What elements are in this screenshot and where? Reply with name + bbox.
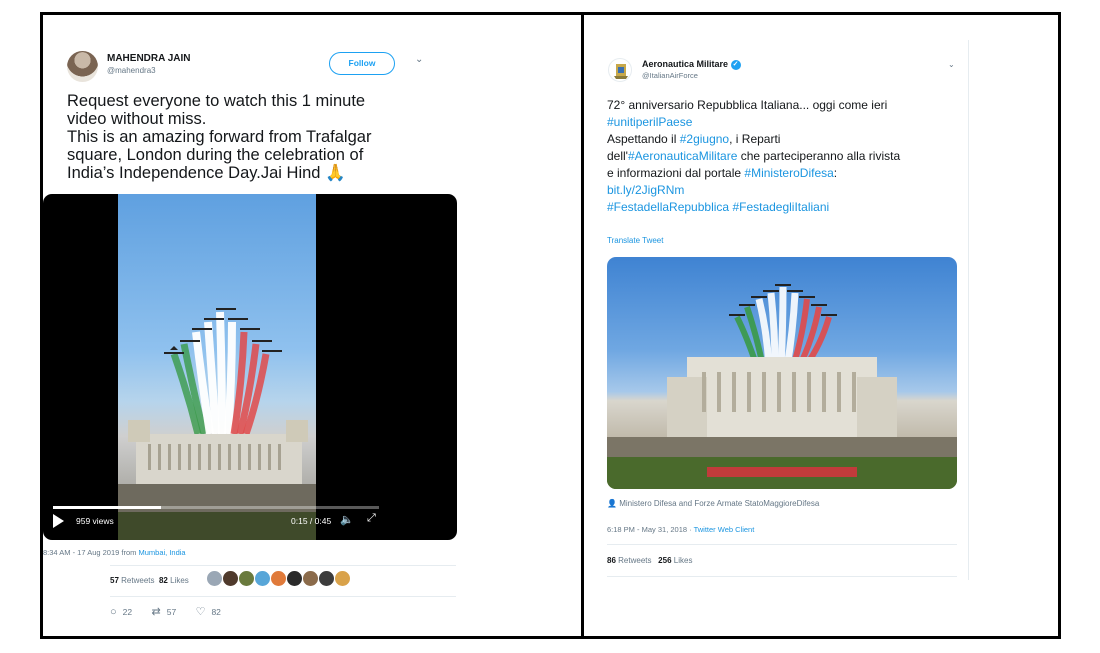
hashtag-link[interactable]: #FestadegliItaliani [732, 200, 829, 214]
author-handle[interactable]: @mahendra3 [107, 66, 156, 75]
hashtag-link[interactable]: #2giugno [680, 132, 729, 146]
text-segment: e informazioni dal portale [607, 166, 745, 180]
timestamp-text[interactable]: 6:18 PM - May 31, 2018 · [607, 525, 694, 534]
tweet-text-line: video without miss. [67, 110, 207, 128]
tweet-timestamp: 6:18 PM - May 31, 2018 · Twitter Web Cli… [607, 525, 754, 534]
column-border [968, 40, 969, 580]
divider [110, 565, 456, 566]
heart-icon: ♡ [195, 606, 206, 618]
likes-label[interactable]: Likes [674, 556, 693, 565]
location-link[interactable]: Mumbai, India [138, 548, 185, 557]
liker-avatar[interactable] [271, 571, 286, 586]
tweet-text: 72° anniversario Repubblica Italiana... … [607, 97, 967, 216]
retweets-label[interactable]: Retweets [121, 576, 154, 585]
tweet-text-line: India’s Independence Day.Jai Hind 🙏 [67, 164, 346, 182]
video-progress-bar[interactable] [53, 506, 379, 509]
retweets-count[interactable]: 86 [607, 556, 616, 565]
video-progress-fill [53, 506, 161, 509]
likes-count[interactable]: 82 [159, 576, 168, 585]
divider [607, 576, 957, 577]
likes-label[interactable]: Likes [170, 576, 189, 585]
liker-avatar[interactable] [239, 571, 254, 586]
tweet-photo[interactable] [607, 257, 957, 489]
frecce-tricolori-image [607, 284, 957, 489]
liker-avatar[interactable] [287, 571, 302, 586]
tweet-text-line: square, London during the celebration of [67, 146, 364, 164]
video-player[interactable]: 959 views 0:15 / 0:45 🔈 ⤢ [43, 194, 457, 540]
likers-avatars [207, 571, 351, 591]
volume-icon[interactable]: 🔈 [340, 513, 354, 526]
photo-caption-text[interactable]: Ministero Difesa and Forze Armate StatoM… [619, 499, 819, 508]
timestamp-text[interactable]: 8:34 AM - 17 Aug 2019 from [43, 548, 138, 557]
person-icon: 👤 [607, 499, 617, 508]
likes-count[interactable]: 256 [658, 556, 671, 565]
liker-avatar[interactable] [255, 571, 270, 586]
video-frame [118, 194, 316, 540]
tweet-text-line: Request everyone to watch this 1 minute [67, 92, 366, 110]
text-segment: dell' [607, 149, 628, 163]
avatar[interactable] [67, 51, 98, 82]
liker-avatar[interactable] [207, 571, 222, 586]
author-name[interactable]: MAHENDRA JAIN [107, 53, 191, 64]
author-name[interactable]: Aeronautica Militare ✓ [642, 59, 741, 70]
verified-icon: ✓ [730, 59, 741, 70]
hashtag-link[interactable]: #AeronauticaMilitare [628, 149, 737, 163]
text-segment: : [833, 166, 838, 180]
chevron-down-icon[interactable]: ⌄ [948, 60, 955, 69]
tweet-actions: ○ 22 ⇄ 57 ♡ 82 [110, 605, 238, 618]
retweet-icon: ⇄ [151, 606, 161, 618]
follow-button[interactable]: Follow [329, 52, 395, 75]
tweet-text-line: This is an amazing forward from Trafalga… [67, 128, 372, 146]
retweet-count: 57 [166, 607, 177, 617]
play-icon[interactable] [53, 514, 64, 528]
photo-caption[interactable]: 👤 Ministero Difesa and Forze Armate Stat… [607, 499, 819, 508]
tweet-timestamp: 8:34 AM - 17 Aug 2019 from Mumbai, India [43, 548, 186, 557]
url-link[interactable]: bit.ly/2JigRNm [607, 183, 684, 197]
emblem-icon [614, 64, 628, 79]
tweet-stats: 57 Retweets 82 Likes [110, 576, 189, 585]
liker-avatar[interactable] [319, 571, 334, 586]
hashtag-link[interactable]: #unitiperilPaese [607, 115, 692, 129]
tweet-text-line: 72° anniversario Repubblica Italiana... … [607, 98, 888, 112]
text-segment: Aspettando il [607, 132, 680, 146]
like-count: 82 [211, 607, 221, 617]
like-button[interactable]: ♡ 82 [196, 605, 221, 618]
retweet-button[interactable]: ⇄ 57 [152, 605, 177, 618]
panel-divider [581, 15, 584, 636]
divider [607, 544, 957, 545]
video-views: 959 views [76, 516, 114, 526]
client-link[interactable]: Twitter Web Client [694, 525, 755, 534]
frecce-tricolori-image [118, 308, 316, 540]
retweets-label[interactable]: Retweets [618, 556, 651, 565]
fullscreen-icon[interactable]: ⤢ [367, 512, 376, 525]
retweets-count[interactable]: 57 [110, 576, 119, 585]
reply-button[interactable]: ○ 22 [110, 606, 132, 618]
tweet-text: Request everyone to watch this 1 minute … [67, 92, 422, 182]
liker-avatar[interactable] [223, 571, 238, 586]
divider [110, 596, 456, 597]
author-name-text[interactable]: Aeronautica Militare [642, 59, 728, 69]
text-segment: che parteciperanno alla rivista [737, 149, 901, 163]
reply-count: 22 [122, 607, 133, 617]
hashtag-link[interactable]: #FestadellaRepubblica [607, 200, 729, 214]
text-segment: , i Reparti [729, 132, 781, 146]
reply-icon: ○ [110, 606, 117, 618]
avatar[interactable] [608, 58, 632, 82]
liker-avatar[interactable] [303, 571, 318, 586]
hashtag-link[interactable]: #MinisteroDifesa [744, 166, 833, 180]
tweet-stats: 86 Retweets 256 Likes [607, 556, 692, 565]
liker-avatar[interactable] [335, 571, 350, 586]
translate-tweet-link[interactable]: Translate Tweet [607, 236, 663, 245]
author-handle[interactable]: @ItalianAirForce [642, 71, 698, 80]
chevron-down-icon[interactable]: ⌄ [415, 54, 423, 65]
video-time: 0:15 / 0:45 [291, 516, 332, 526]
